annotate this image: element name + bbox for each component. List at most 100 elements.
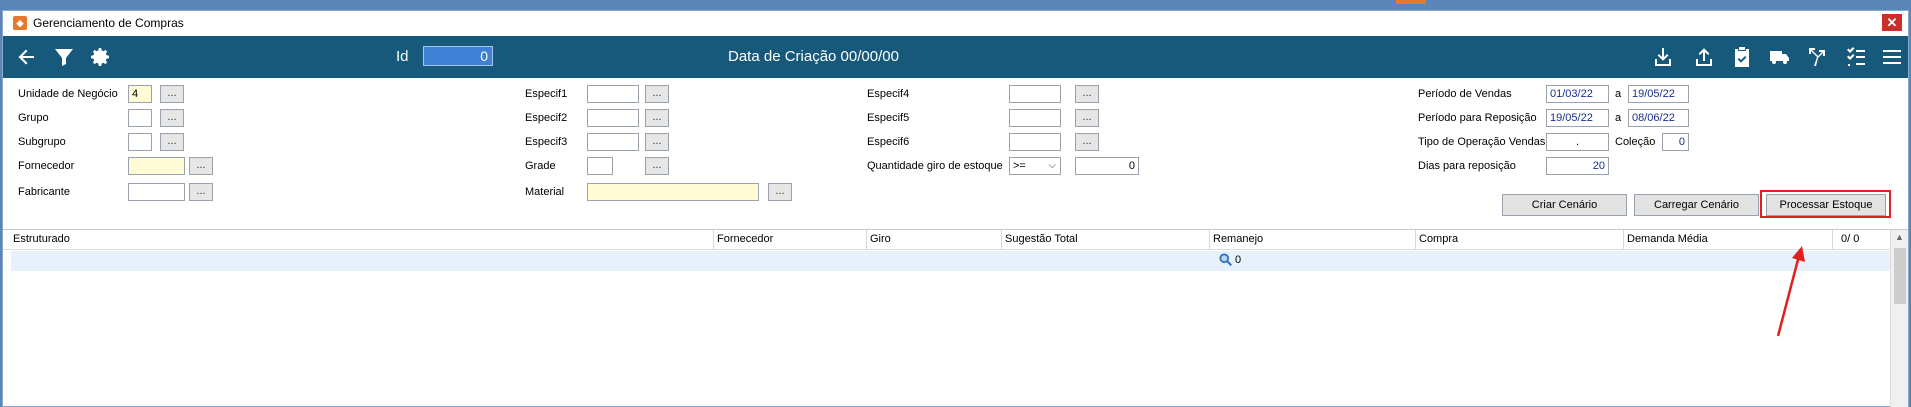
col-separator xyxy=(713,230,714,250)
col-sugestao-total[interactable]: Sugestão Total xyxy=(1005,233,1078,245)
grupo-input[interactable] xyxy=(128,109,152,127)
col-giro[interactable]: Giro xyxy=(870,233,891,245)
clipboard-check-icon[interactable] xyxy=(1729,45,1755,69)
colecao-input[interactable]: 0 xyxy=(1662,133,1689,151)
col-remanejo[interactable]: Remanejo xyxy=(1213,233,1263,245)
especif5-lookup-button[interactable]: ... xyxy=(1075,109,1099,127)
creation-date: Data de Criação 00/00/00 xyxy=(728,48,899,65)
subgrupo-lookup-button[interactable]: ... xyxy=(160,133,184,151)
especif3-lookup-button[interactable]: ... xyxy=(645,133,669,151)
filter-form: Unidade de Negócio 4 ... Grupo ... Subgr… xyxy=(3,78,1908,238)
qtd-giro-operator-select[interactable]: >= ⌵ xyxy=(1009,157,1061,175)
fornecedor-input[interactable] xyxy=(128,157,185,175)
scroll-up-icon[interactable]: ▲ xyxy=(1895,232,1904,242)
filter-icon[interactable] xyxy=(51,45,77,69)
especif4-lookup-button[interactable]: ... xyxy=(1075,85,1099,103)
grade-input[interactable] xyxy=(587,157,613,175)
gear-icon[interactable] xyxy=(87,45,113,69)
periodo-vendas-to-input[interactable]: 19/05/22 xyxy=(1628,85,1689,103)
periodo-vendas-label: Período de Vendas xyxy=(1418,88,1512,100)
upload-icon[interactable] xyxy=(1691,45,1717,69)
toolbar: Id 0 Data de Criação 00/00/00 xyxy=(3,36,1908,78)
checklist-icon[interactable] xyxy=(1843,45,1869,69)
scroll-thumb[interactable] xyxy=(1894,248,1906,304)
unidade-input[interactable]: 4 xyxy=(128,85,152,103)
grupo-label: Grupo xyxy=(18,112,49,124)
especif2-lookup-button[interactable]: ... xyxy=(645,109,669,127)
especif2-label: Especif2 xyxy=(525,112,568,124)
col-separator xyxy=(1209,230,1210,250)
especif6-input[interactable] xyxy=(1009,133,1061,151)
results-grid: Estruturado Fornecedor Giro Sugestão Tot… xyxy=(3,229,1908,407)
especif3-input[interactable] xyxy=(587,133,639,151)
especif1-label: Especif1 xyxy=(525,88,568,100)
material-label: Material xyxy=(525,186,565,198)
dias-reposicao-label: Dias para reposição xyxy=(1418,160,1516,172)
especif1-input[interactable] xyxy=(587,85,639,103)
fabricante-label: Fabricante xyxy=(18,186,70,198)
close-button[interactable]: ✕ xyxy=(1882,14,1902,31)
vertical-scrollbar[interactable]: ▲ xyxy=(1890,230,1908,407)
qtd-giro-input[interactable]: 0 xyxy=(1075,157,1139,175)
carregar-cenario-button[interactable]: Carregar Cenário xyxy=(1634,194,1759,216)
material-input[interactable] xyxy=(587,183,759,201)
window-title: Gerenciamento de Compras xyxy=(33,16,184,30)
material-lookup-button[interactable]: ... xyxy=(768,183,792,201)
grade-lookup-button[interactable]: ... xyxy=(645,157,669,175)
col-separator xyxy=(866,230,867,250)
qtd-giro-operator-value: >= xyxy=(1013,160,1026,172)
especif4-label: Especif4 xyxy=(867,88,910,100)
unidade-label: Unidade de Negócio xyxy=(18,88,118,100)
tipo-operacao-input[interactable]: . xyxy=(1546,133,1609,151)
hamburger-menu-icon[interactable] xyxy=(1879,45,1905,69)
back-arrow-icon[interactable] xyxy=(13,45,39,69)
fabricante-input[interactable] xyxy=(128,183,185,201)
col-compra[interactable]: Compra xyxy=(1419,233,1458,245)
app-logo-icon: ◆ xyxy=(13,16,27,30)
col-fornecedor[interactable]: Fornecedor xyxy=(717,233,773,245)
taskbar-accent xyxy=(1396,0,1426,4)
subgrupo-input[interactable] xyxy=(128,133,152,151)
grupo-lookup-button[interactable]: ... xyxy=(160,109,184,127)
truck-icon[interactable] xyxy=(1767,45,1793,69)
highlight-box xyxy=(1760,190,1891,218)
merge-arrows-icon[interactable] xyxy=(1805,45,1831,69)
especif2-input[interactable] xyxy=(587,109,639,127)
dias-reposicao-input[interactable]: 20 xyxy=(1546,157,1609,175)
row-counter: 0/ 0 xyxy=(1841,233,1860,245)
fabricante-lookup-button[interactable]: ... xyxy=(189,183,213,201)
table-row[interactable]: 0 xyxy=(11,251,1894,271)
search-count: 0 xyxy=(1235,254,1242,266)
periodo-vendas-from-input[interactable]: 01/03/22 xyxy=(1546,85,1609,103)
especif1-lookup-button[interactable]: ... xyxy=(645,85,669,103)
colecao-label: Coleção xyxy=(1615,136,1656,148)
especif6-lookup-button[interactable]: ... xyxy=(1075,133,1099,151)
subgrupo-label: Subgrupo xyxy=(18,136,66,148)
fornecedor-lookup-button[interactable]: ... xyxy=(189,157,213,175)
app-window: ◆ Gerenciamento de Compras ✕ Id 0 Data d… xyxy=(2,10,1909,407)
especif3-label: Especif3 xyxy=(525,136,568,148)
unidade-lookup-button[interactable]: ... xyxy=(160,85,184,103)
col-estruturado[interactable]: Estruturado xyxy=(13,233,70,245)
periodo-reposicao-to-input[interactable]: 08/06/22 xyxy=(1628,109,1689,127)
periodo-reposicao-label: Período para Reposição xyxy=(1418,112,1537,124)
qtd-giro-label: Quantidade giro de estoque xyxy=(867,160,1003,172)
grid-header: Estruturado Fornecedor Giro Sugestão Tot… xyxy=(3,230,1894,250)
periodo-reposicao-from-input[interactable]: 19/05/22 xyxy=(1546,109,1609,127)
criar-cenario-button[interactable]: Criar Cenário xyxy=(1502,194,1627,216)
id-input[interactable]: 0 xyxy=(423,46,493,66)
grade-label: Grade xyxy=(525,160,556,172)
annotation-arrow-icon xyxy=(1776,246,1805,337)
download-icon[interactable] xyxy=(1650,45,1676,69)
title-bar: ◆ Gerenciamento de Compras ✕ xyxy=(3,11,1908,36)
chevron-down-icon: ⌵ xyxy=(1048,160,1056,171)
periodo-reposicao-a-label: a xyxy=(1615,112,1622,124)
col-demanda-media[interactable]: Demanda Média xyxy=(1627,233,1708,245)
row-search[interactable]: 0 xyxy=(1219,253,1241,267)
especif5-input[interactable] xyxy=(1009,109,1061,127)
col-separator xyxy=(1623,230,1624,250)
periodo-vendas-a-label: a xyxy=(1615,88,1622,100)
col-separator xyxy=(1415,230,1416,250)
tipo-operacao-label: Tipo de Operação Vendas xyxy=(1418,136,1546,148)
especif4-input[interactable] xyxy=(1009,85,1061,103)
